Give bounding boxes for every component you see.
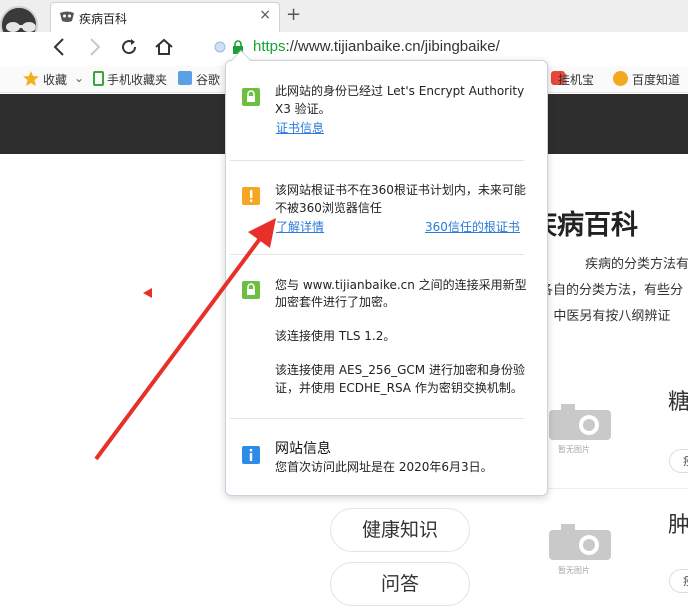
annotation-arrow-icon <box>94 218 276 461</box>
